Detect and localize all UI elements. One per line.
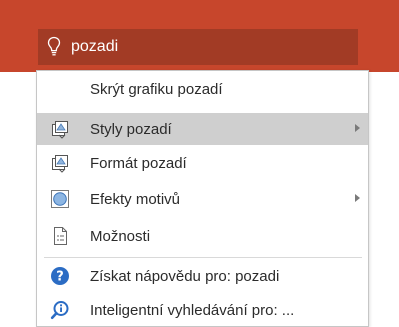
submenu-arrow-icon: [355, 124, 360, 132]
background-styles-icon: [52, 121, 68, 139]
ribbon-bar: pozadi: [0, 0, 399, 72]
search-results-menu: Skrýt grafiku pozadí Styly pozadí Formát…: [36, 70, 369, 327]
options-icon: [54, 227, 67, 245]
submenu-arrow-icon: [355, 194, 360, 202]
menu-item-get-help[interactable]: ? Získat nápovědu pro: pozadi: [37, 260, 368, 292]
help-icon: ?: [51, 267, 69, 285]
menu-item-format-background[interactable]: Formát pozadí: [37, 147, 368, 179]
menu-item-options[interactable]: Možnosti: [37, 220, 368, 252]
menu-item-label: Možnosti: [90, 228, 151, 245]
menu-item-label: Styly pozadí: [90, 121, 172, 138]
menu-item-smart-lookup[interactable]: Inteligentní vyhledávání pro: ...: [37, 294, 368, 326]
menu-item-label: Formát pozadí: [90, 155, 187, 172]
menu-item-background-styles[interactable]: Styly pozadí: [37, 113, 368, 145]
lightbulb-icon: [47, 36, 61, 56]
menu-item-theme-effects[interactable]: Efekty motivů: [37, 183, 368, 215]
menu-item-label: Skrýt grafiku pozadí: [90, 81, 223, 98]
menu-item-label: Efekty motivů: [90, 191, 181, 208]
format-background-icon: [52, 155, 68, 173]
search-query-text[interactable]: pozadi: [71, 38, 118, 56]
theme-effects-icon: [51, 190, 69, 208]
menu-separator: [44, 257, 362, 258]
menu-item-hide-background-graphics[interactable]: Skrýt grafiku pozadí: [37, 73, 368, 105]
svg-text:?: ?: [56, 270, 64, 285]
menu-item-label: Získat nápovědu pro: pozadi: [90, 268, 280, 285]
menu-item-label: Inteligentní vyhledávání pro: ...: [90, 302, 295, 319]
tell-me-search-box[interactable]: pozadi: [38, 29, 358, 65]
smart-lookup-icon: [50, 301, 69, 320]
